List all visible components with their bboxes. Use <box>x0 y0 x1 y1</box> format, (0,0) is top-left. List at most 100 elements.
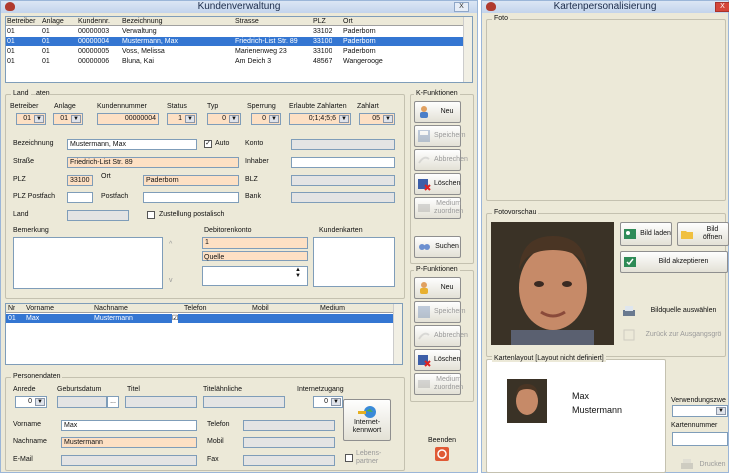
chevron-down-icon[interactable]: ▼ <box>383 115 393 123</box>
bezeichnung-field[interactable]: Mustermann, Max <box>67 139 197 150</box>
k-loeschen-button[interactable]: Löschen <box>414 173 461 195</box>
drucken-button[interactable]: Drucken <box>678 456 728 474</box>
chevron-down-icon[interactable]: ▼ <box>716 407 726 415</box>
telefon-field[interactable] <box>243 420 335 431</box>
col-nr[interactable]: Nr <box>8 304 15 313</box>
bildquelle-button[interactable]: Bildquelle auswählen <box>620 300 728 322</box>
col-ort[interactable]: Ort <box>343 17 403 26</box>
status-select[interactable]: 1 ▼ <box>167 113 197 125</box>
bemerkung-field[interactable] <box>13 237 163 289</box>
customer-row[interactable]: 01 01 00000005 Voss, Melissa Marienenweg… <box>6 47 464 56</box>
p-medium-zuordnen-button[interactable]: Medium zuordnen <box>414 373 463 395</box>
debitorenkonto-field[interactable]: 1 <box>202 237 308 249</box>
zahlart-select[interactable]: 05 ▼ <box>359 113 395 125</box>
close-icon[interactable]: X <box>715 2 729 12</box>
titelaehnliche-field[interactable] <box>203 396 285 408</box>
col-anlage[interactable]: Anlage <box>42 17 70 26</box>
k-speichern-button[interactable]: Speichern <box>414 125 466 147</box>
lebenspartner-checkbox[interactable] <box>345 454 353 462</box>
plz-postfach-field[interactable] <box>67 192 93 203</box>
col-mobil[interactable]: Mobil <box>252 304 269 313</box>
kartennummer-field[interactable] <box>672 432 728 446</box>
zustellung-checkbox[interactable] <box>147 211 155 219</box>
anlage-select[interactable]: 01 ▼ <box>53 113 83 125</box>
chevron-down-icon[interactable]: ▼ <box>229 115 239 123</box>
p-abbrechen-button[interactable]: Abbrechen <box>414 325 468 347</box>
chevron-down-icon[interactable]: ▼ <box>35 398 45 406</box>
fax-field[interactable] <box>243 455 335 466</box>
p-loeschen-button[interactable]: Löschen <box>414 349 461 371</box>
ort-field[interactable]: Paderborn <box>143 175 239 186</box>
col-medium[interactable]: Medium <box>320 304 345 313</box>
sperrung-label: Sperrung <box>247 103 276 110</box>
internet-kennwort-button[interactable]: Internet-kennwort <box>343 399 391 441</box>
k-abbrechen-button[interactable]: Abbrechen <box>414 149 468 171</box>
k-neu-button[interactable]: Neu <box>414 101 461 123</box>
scroll-up-icon[interactable]: ^ <box>169 241 172 248</box>
geburtsdatum-field[interactable] <box>57 396 107 408</box>
close-icon[interactable]: X <box>454 2 469 12</box>
col-vorname[interactable]: Vorname <box>26 304 54 313</box>
beenden-button[interactable]: Beenden <box>419 431 465 467</box>
zurueck-button[interactable]: Zurück zur Ausgangsgrö <box>620 326 728 344</box>
col-telefon[interactable]: Telefon <box>184 304 207 313</box>
postfach-field[interactable] <box>143 192 239 203</box>
betreiber-select[interactable]: 01 ▼ <box>16 113 46 125</box>
verwendungszweck-select[interactable]: ▼ <box>672 405 728 417</box>
anrede-select[interactable]: 0 ▼ <box>15 396 47 408</box>
date-picker-button[interactable]: ... <box>107 396 119 408</box>
customer-row[interactable]: 01 01 00000006 Bluna, Kai Am Deich 3 485… <box>6 57 464 66</box>
titel-field[interactable] <box>125 396 197 408</box>
vorname-field[interactable]: Max <box>61 420 197 431</box>
scroll-down-icon[interactable]: v <box>169 277 173 284</box>
p-neu-button[interactable]: Neu <box>414 277 461 299</box>
col-strasse[interactable]: Strasse <box>235 17 305 26</box>
p-funktionen-label: P-Funktionen <box>414 266 460 273</box>
col-plz[interactable]: PLZ <box>313 17 338 26</box>
bild-laden-button[interactable]: Bild laden <box>620 222 672 246</box>
k-suchen-button[interactable]: Suchen <box>414 236 461 258</box>
typ-select[interactable]: 0 ▼ <box>207 113 241 125</box>
persons-table[interactable]: Nr Vorname Nachname Telefon Mobil Medium… <box>5 303 403 365</box>
quelle-spin-icon[interactable]: ▲ ▼ <box>295 267 301 279</box>
quelle-field[interactable] <box>202 266 308 286</box>
chevron-down-icon[interactable]: ▼ <box>331 398 341 406</box>
plz-field[interactable]: 33100 <box>67 175 93 186</box>
p-speichern-button[interactable]: Speichern <box>414 301 466 323</box>
inhaber-field[interactable] <box>291 157 395 168</box>
k-medium-zuordnen-button[interactable]: Medium zuordnen <box>414 197 463 219</box>
persons-table-scrollbar[interactable] <box>393 304 402 364</box>
customer-row-selected[interactable]: 01 01 00000004 Mustermann, Max Friedrich… <box>6 37 464 46</box>
land-field[interactable] <box>67 210 129 221</box>
bild-oeffnen-button[interactable]: Bild öffnen <box>677 222 729 246</box>
vorname-label: Vorname <box>13 421 42 428</box>
konto-field[interactable] <box>291 139 395 150</box>
chevron-down-icon[interactable]: ▼ <box>185 115 195 123</box>
email-field[interactable] <box>61 455 197 466</box>
cell-checkbox[interactable]: ☑ <box>172 314 179 323</box>
person-row-selected[interactable]: 01 Max Mustermann ☑ <box>6 314 394 323</box>
blz-field[interactable] <box>291 175 395 186</box>
customer-row[interactable]: 01 01 00000003 Verwaltung 33102 Paderbor… <box>6 27 464 36</box>
sperrung-select[interactable]: 0 ▼ <box>251 113 281 125</box>
col-kundennr[interactable]: Kundennr. <box>78 17 118 26</box>
auto-checkbox[interactable]: ✓ <box>204 140 212 148</box>
customer-table[interactable]: Betreiber Anlage Kundennr. Bezeichnung S… <box>5 16 473 83</box>
col-bezeichnung[interactable]: Bezeichnung <box>122 17 232 26</box>
chevron-down-icon[interactable]: ▼ <box>269 115 279 123</box>
chevron-down-icon[interactable]: ▼ <box>34 115 44 123</box>
internetzugang-select[interactable]: 0 ▼ <box>313 396 343 408</box>
chevron-down-icon[interactable]: ▼ <box>339 115 349 123</box>
bank-field[interactable] <box>291 192 395 203</box>
strasse-field[interactable]: Friedrich-List Str. 89 <box>67 157 239 168</box>
chevron-down-icon[interactable]: ▼ <box>71 115 81 123</box>
mobil-field[interactable] <box>243 437 335 448</box>
kundenkarten-list[interactable] <box>313 237 395 287</box>
nachname-field[interactable]: Mustermann <box>61 437 197 448</box>
col-nachname[interactable]: Nachname <box>94 304 128 313</box>
zahlarten-select[interactable]: 0;1;4;5;6 ▼ <box>289 113 351 125</box>
col-betreiber[interactable]: Betreiber <box>7 17 39 26</box>
customer-table-scrollbar[interactable] <box>463 17 472 82</box>
kundennummer-field[interactable]: 00000004 <box>97 113 159 125</box>
bild-akzeptieren-button[interactable]: Bild akzeptieren <box>620 251 728 273</box>
